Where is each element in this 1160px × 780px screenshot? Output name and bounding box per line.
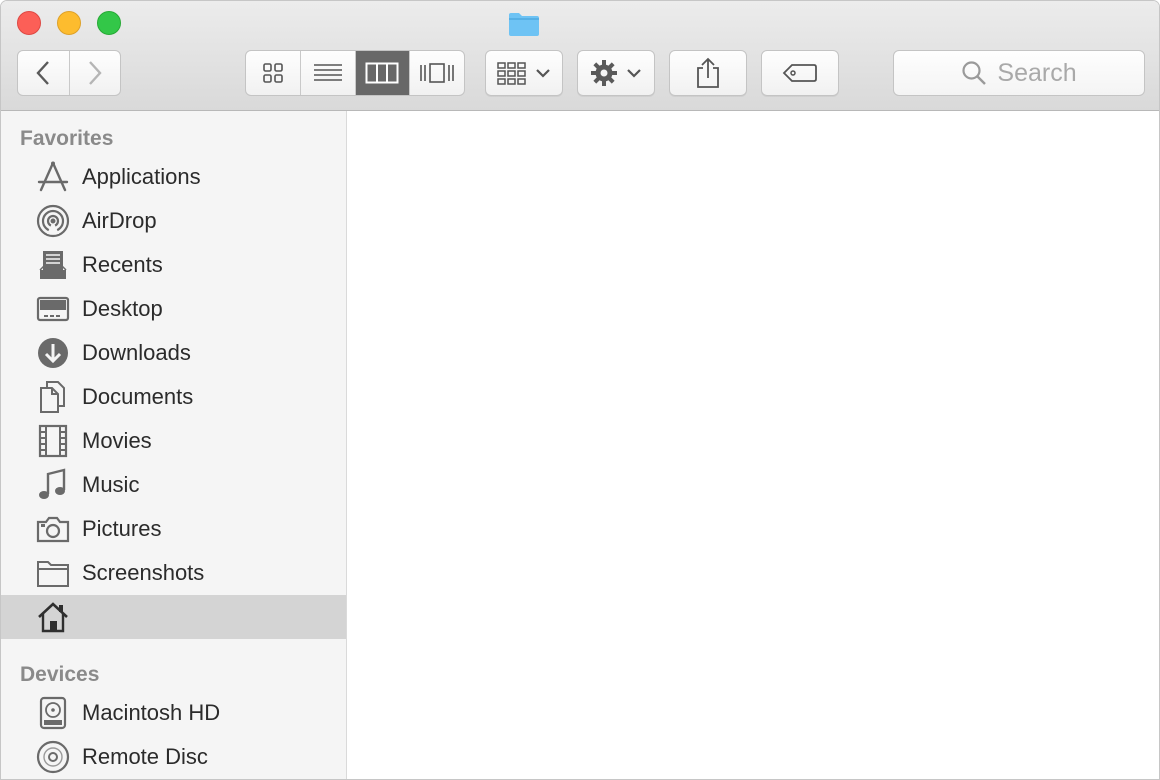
maximize-button[interactable] [97, 11, 121, 35]
sidebar-item-macintosh-hd[interactable]: Macintosh HD [1, 691, 346, 735]
list-view-icon [313, 64, 342, 81]
search-field[interactable]: Search [893, 50, 1145, 96]
folder-icon [509, 13, 539, 36]
desktop-icon [36, 292, 70, 326]
sidebar-item-screenshots[interactable]: Screenshots [1, 551, 346, 595]
forward-button[interactable] [68, 51, 121, 95]
view-mode-control [245, 50, 465, 96]
chevron-left-icon [36, 61, 50, 85]
sidebar-item-documents[interactable]: Documents [1, 375, 346, 419]
back-button[interactable] [18, 51, 69, 95]
sidebar: Favorites Applications AirDrop Recents D… [1, 111, 347, 779]
sidebar-item-music[interactable]: Music [1, 463, 346, 507]
recents-icon [36, 248, 70, 282]
close-button[interactable] [17, 11, 41, 35]
tag-icon [782, 64, 817, 82]
search-placeholder: Search [997, 58, 1077, 87]
sidebar-item-downloads[interactable]: Downloads [1, 331, 346, 375]
hard-drive-icon [36, 696, 70, 730]
movies-icon [36, 424, 70, 458]
share-button[interactable] [669, 50, 747, 96]
folder-icon [36, 556, 70, 590]
pictures-icon [36, 512, 70, 546]
group-icon [497, 62, 526, 85]
search-icon [962, 61, 987, 85]
column-view-button[interactable] [354, 51, 410, 95]
chevron-down-icon [536, 69, 550, 78]
gallery-view-button[interactable] [409, 51, 464, 95]
tags-button[interactable] [761, 50, 839, 96]
finder-window: Search Favorites Applications AirDrop Re… [0, 0, 1160, 780]
file-browser-content[interactable] [347, 111, 1159, 779]
navigation-buttons [17, 50, 121, 96]
sidebar-item-airdrop[interactable]: AirDrop [1, 199, 346, 243]
sidebar-item-movies[interactable]: Movies [1, 419, 346, 463]
sidebar-item-desktop[interactable]: Desktop [1, 287, 346, 331]
home-icon [36, 600, 70, 634]
chevron-down-icon [627, 69, 641, 78]
documents-icon [36, 380, 70, 414]
favorites-heading: Favorites [20, 127, 114, 150]
sidebar-item-remote-disc[interactable]: Remote Disc [1, 735, 346, 779]
applications-icon [36, 160, 70, 194]
downloads-icon [36, 336, 70, 370]
sidebar-item-applications[interactable]: Applications [1, 155, 346, 199]
sidebar-item-pictures[interactable]: Pictures [1, 507, 346, 551]
toolbar: Search [1, 1, 1159, 111]
music-icon [36, 468, 70, 502]
gear-icon [591, 60, 617, 86]
column-view-icon [365, 62, 399, 84]
icon-view-icon [263, 63, 283, 83]
cover-flow-icon [420, 63, 454, 83]
sidebar-item-recents[interactable]: Recents [1, 243, 346, 287]
devices-heading: Devices [20, 663, 100, 686]
minimize-button[interactable] [57, 11, 81, 35]
airdrop-icon [36, 204, 70, 238]
remote-disc-icon [36, 740, 70, 774]
action-button[interactable] [577, 50, 655, 96]
chevron-right-icon [88, 61, 102, 85]
arrange-button[interactable] [485, 50, 563, 96]
share-icon [697, 57, 719, 88]
icon-view-button[interactable] [246, 51, 300, 95]
list-view-button[interactable] [299, 51, 355, 95]
sidebar-item-home[interactable] [1, 595, 346, 639]
